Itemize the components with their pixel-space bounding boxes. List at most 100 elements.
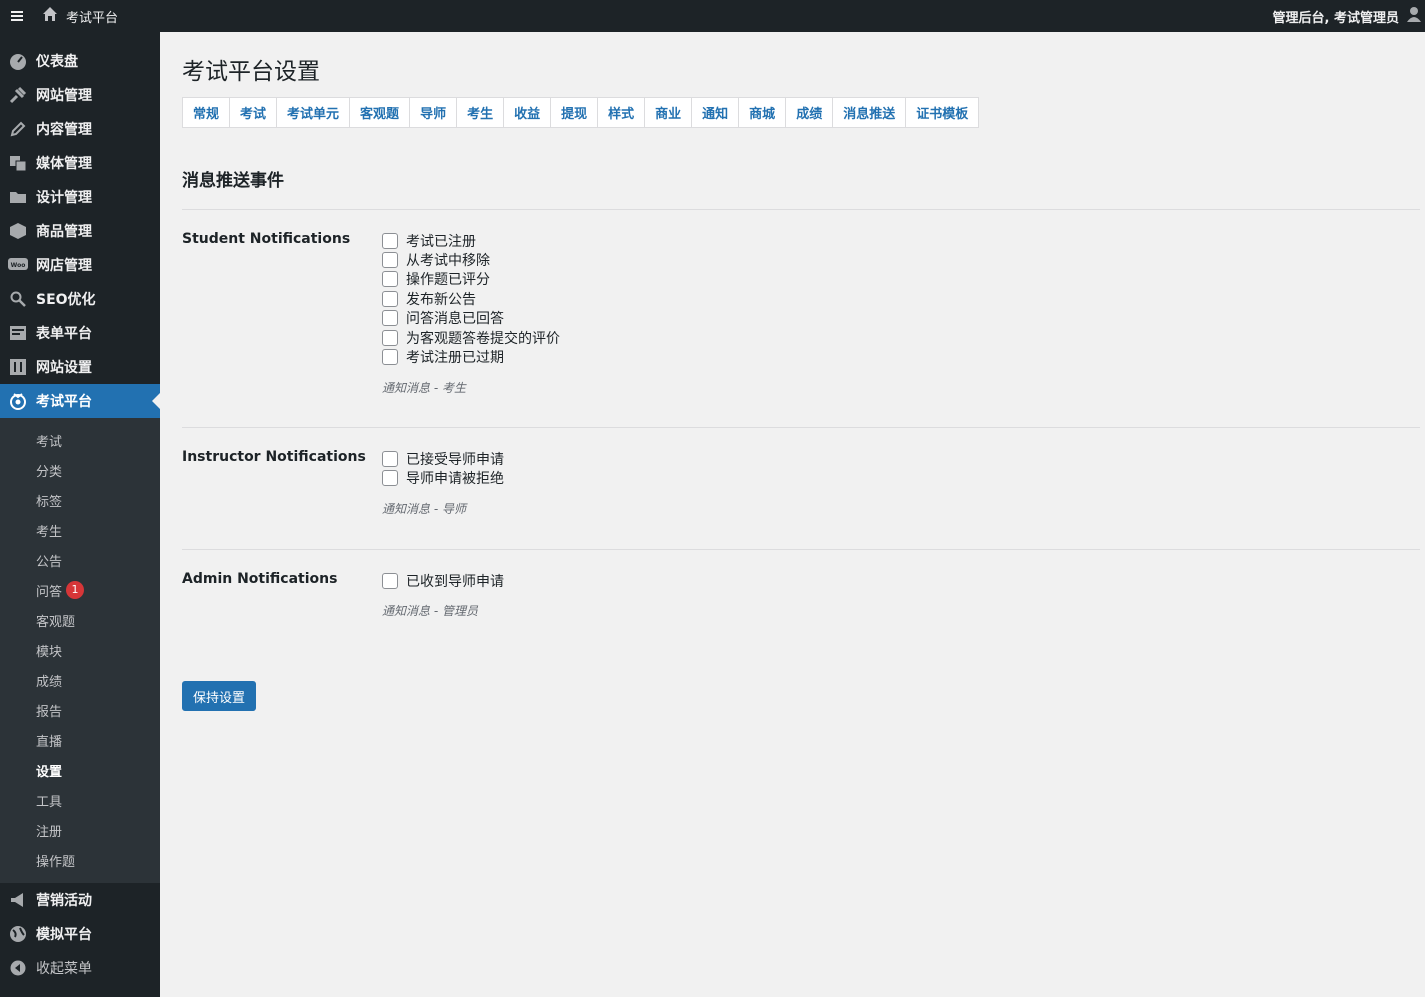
option-instructor-approved[interactable]: 已接受导师申请 — [382, 449, 504, 468]
submenu-item-live[interactable]: 直播 — [0, 725, 160, 755]
tab-certificate[interactable]: 证书模板 — [906, 98, 978, 127]
submenu-item-exams[interactable]: 考试 — [0, 425, 160, 455]
option-qa-answered[interactable]: 问答消息已回答 — [382, 309, 560, 328]
sidebar-item-exam-platform[interactable]: 考试平台 — [0, 384, 160, 418]
option-label: 考试已注册 — [406, 233, 476, 250]
option-assignment-graded[interactable]: 操作题已评分 — [382, 270, 560, 289]
megaphone-icon — [0, 883, 36, 917]
submenu-item-categories[interactable]: 分类 — [0, 455, 160, 485]
site-name: 考试平台 — [66, 10, 119, 26]
option-removed-from-exam[interactable]: 从考试中移除 — [382, 250, 560, 269]
group-description: 通知消息 - 管理员 — [382, 604, 478, 619]
sidebar-item-label: 网站管理 — [36, 88, 92, 104]
submenu-item-reports[interactable]: 报告 — [0, 695, 160, 725]
sidebar-item-dashboard[interactable]: 仪表盘 — [0, 44, 160, 78]
submenu-item-modules[interactable]: 模块 — [0, 635, 160, 665]
sidebar-item-products[interactable]: 商品管理 — [0, 214, 160, 248]
submenu-item-announcements[interactable]: 公告 — [0, 545, 160, 575]
options-list: 已收到导师申请 通知消息 - 管理员 — [382, 571, 504, 619]
group-label: Instructor Notifications — [182, 449, 366, 465]
tab-withdraw[interactable]: 提现 — [551, 98, 599, 127]
submenu-item-grades[interactable]: 成绩 — [0, 665, 160, 695]
divider — [182, 427, 1420, 428]
tab-notifications[interactable]: 通知 — [692, 98, 740, 127]
sidebar-item-content[interactable]: 内容管理 — [0, 112, 160, 146]
tab-style[interactable]: 样式 — [598, 98, 646, 127]
option-label: 考试注册已过期 — [406, 350, 504, 367]
submenu-item-label: 问答 — [36, 584, 63, 600]
option-exam-enrolled[interactable]: 考试已注册 — [382, 231, 560, 250]
collapse-menu-button[interactable]: 收起菜单 — [0, 951, 160, 985]
sidebar-item-simulation[interactable]: 模拟平台 — [0, 917, 160, 951]
checkbox[interactable] — [382, 349, 398, 366]
divider — [182, 209, 1420, 210]
sidebar-item-settings[interactable]: 网站设置 — [0, 350, 160, 384]
checkbox[interactable] — [382, 329, 398, 346]
checkbox[interactable] — [382, 470, 398, 487]
dashboard-icon — [0, 44, 36, 78]
sidebar-item-label: 考试平台 — [36, 394, 92, 410]
checkbox[interactable] — [382, 450, 398, 467]
option-new-announcement[interactable]: 发布新公告 — [382, 289, 560, 308]
tab-push[interactable]: 消息推送 — [833, 98, 907, 127]
sidebar-item-shop[interactable]: Woo 网店管理 — [0, 248, 160, 282]
admin-sidebar: 仪表盘 网站管理 内容管理 媒体管理 设计管理 商品管理 Woo 网店管理 SE… — [0, 32, 160, 997]
sidebar-item-design[interactable]: 设计管理 — [0, 180, 160, 214]
sidebar-item-label: 表单平台 — [36, 326, 92, 342]
form-icon — [0, 316, 36, 350]
checkbox[interactable] — [382, 271, 398, 288]
submenu-item-tools[interactable]: 工具 — [0, 785, 160, 815]
box-icon — [0, 214, 36, 248]
checkbox[interactable] — [382, 572, 398, 589]
site-link[interactable]: 考试平台 — [42, 6, 118, 26]
tab-business[interactable]: 商业 — [645, 98, 693, 127]
tab-exam[interactable]: 考试 — [230, 98, 278, 127]
pin-icon — [0, 78, 36, 112]
tab-earnings[interactable]: 收益 — [504, 98, 552, 127]
tab-instructor[interactable]: 导师 — [410, 98, 458, 127]
checkbox[interactable] — [382, 252, 398, 269]
tab-exam-unit[interactable]: 考试单元 — [277, 98, 351, 127]
submenu-item-settings[interactable]: 设置 — [0, 755, 160, 785]
submenu-item-qa[interactable]: 问答 1 — [0, 575, 160, 605]
submenu-item-quizzes[interactable]: 客观题 — [0, 605, 160, 635]
submenu-item-tags[interactable]: 标签 — [0, 485, 160, 515]
checkbox[interactable] — [382, 310, 398, 327]
option-label: 操作题已评分 — [406, 272, 490, 289]
checkbox[interactable] — [382, 232, 398, 249]
submenu-item-assignments[interactable]: 操作题 — [0, 845, 160, 875]
option-quiz-feedback[interactable]: 为客观题答卷提交的评价 — [382, 328, 560, 347]
account-menu[interactable]: 管理后台, 考试管理员 — [1273, 0, 1425, 32]
tab-general[interactable]: 常规 — [183, 98, 231, 127]
option-instructor-rejected[interactable]: 导师申请被拒绝 — [382, 468, 504, 487]
sidebar-item-label: 媒体管理 — [36, 156, 92, 172]
main-content: 考试平台设置 常规 考试 考试单元 客观题 导师 考生 收益 提现 样式 商业 … — [160, 32, 1425, 997]
options-list: 考试已注册 从考试中移除 操作题已评分 发布新公告 问答消息已回答 为客观题答卷… — [382, 231, 560, 396]
sidebar-item-seo[interactable]: SEO优化 — [0, 282, 160, 316]
menu-toggle-icon[interactable] — [0, 0, 34, 32]
settings-icon — [0, 350, 36, 384]
option-instructor-application-received[interactable]: 已收到导师申请 — [382, 571, 504, 590]
search-icon — [0, 282, 36, 316]
option-label: 问答消息已回答 — [406, 311, 504, 328]
user-icon — [1407, 6, 1421, 26]
tab-student[interactable]: 考生 — [457, 98, 505, 127]
tab-objective[interactable]: 客观题 — [350, 98, 411, 127]
tab-store[interactable]: 商城 — [739, 98, 787, 127]
sidebar-item-marketing[interactable]: 营销活动 — [0, 883, 160, 917]
submenu-item-register[interactable]: 注册 — [0, 815, 160, 845]
sidebar-item-site[interactable]: 网站管理 — [0, 78, 160, 112]
tab-grades[interactable]: 成绩 — [786, 98, 834, 127]
sidebar-item-forms[interactable]: 表单平台 — [0, 316, 160, 350]
sidebar-item-label: 营销活动 — [36, 893, 92, 909]
sidebar-item-media[interactable]: 媒体管理 — [0, 146, 160, 180]
page-title: 考试平台设置 — [182, 59, 320, 85]
sidebar-item-label: 内容管理 — [36, 122, 92, 138]
notification-badge: 1 — [66, 581, 85, 599]
divider — [182, 549, 1420, 550]
submenu-item-students[interactable]: 考生 — [0, 515, 160, 545]
save-settings-button[interactable]: 保持设置 — [182, 681, 257, 711]
admin-bar: 考试平台 管理后台, 考试管理员 — [0, 0, 1425, 32]
option-enrollment-expired[interactable]: 考试注册已过期 — [382, 347, 560, 366]
checkbox[interactable] — [382, 290, 398, 307]
